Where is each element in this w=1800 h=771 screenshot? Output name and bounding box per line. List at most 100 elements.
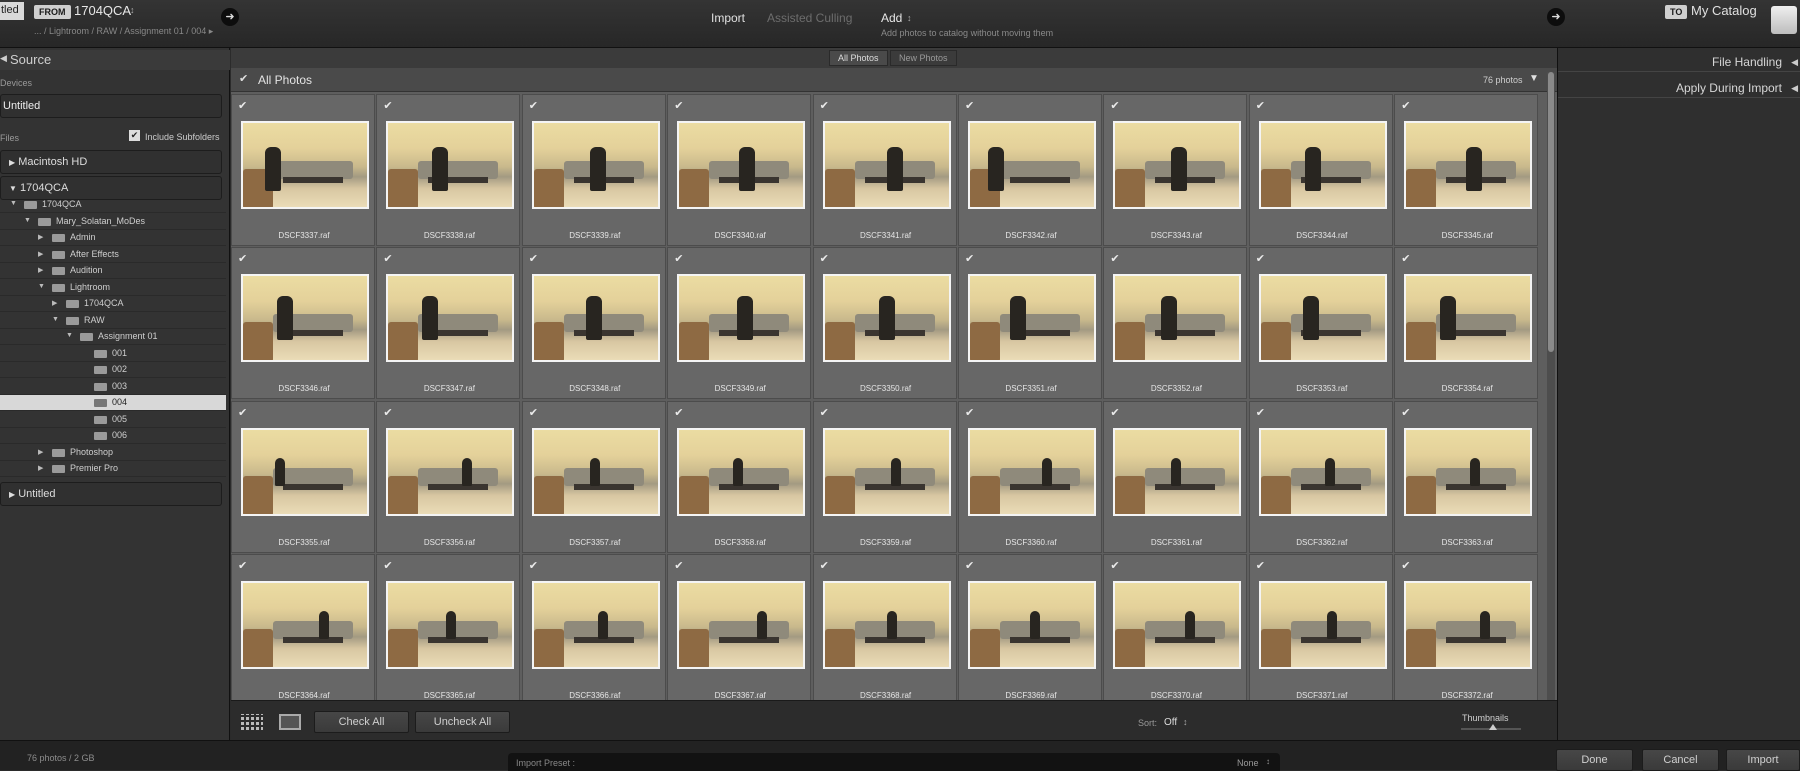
tree-folder-1704qca[interactable]: ▼ 1704QCA [0, 197, 226, 213]
photo-thumbnail[interactable] [1113, 427, 1242, 516]
check-all-button[interactable]: Check All [314, 711, 409, 733]
checkmark-icon[interactable]: ✔ [820, 99, 829, 112]
photo-thumbnail[interactable] [822, 274, 951, 363]
tree-folder-006[interactable]: 006 [0, 428, 226, 444]
photo-cell[interactable]: ✔ DSCF3356.raf [376, 400, 521, 553]
file-handling-header[interactable]: File Handling ◀ [1558, 52, 1800, 72]
disclosure-triangle-icon[interactable]: ▼ [10, 200, 17, 207]
tree-folder-1704qca[interactable]: ▶ 1704QCA [0, 296, 226, 312]
checkmark-icon[interactable]: ✔ [238, 99, 247, 112]
checkmark-icon[interactable]: ✔ [965, 559, 974, 572]
photo-cell[interactable]: ✔ DSCF3348.raf [521, 247, 666, 400]
disclosure-triangle-icon[interactable]: ▶ [38, 448, 43, 456]
photo-thumbnail[interactable] [968, 274, 1096, 363]
checkmark-icon[interactable]: ✔ [674, 99, 683, 112]
checkmark-icon[interactable]: ✔ [238, 559, 247, 572]
photo-thumbnail[interactable] [968, 427, 1096, 516]
photo-thumbnail[interactable] [822, 427, 951, 516]
photo-cell[interactable]: ✔ DSCF3353.raf [1248, 247, 1393, 400]
checkmark-icon[interactable]: ✔ [965, 252, 974, 265]
photo-thumbnail[interactable] [1113, 274, 1242, 363]
loupe-view-icon[interactable] [279, 714, 301, 730]
checkmark-icon[interactable]: ✔ [1401, 99, 1410, 112]
photo-cell[interactable]: ✔ DSCF3340.raf [667, 94, 812, 246]
disclosure-triangle-icon[interactable]: ▼ [66, 332, 73, 339]
checkmark-icon[interactable]: ✔ [1256, 406, 1265, 419]
photo-thumbnail[interactable] [968, 121, 1096, 209]
done-button[interactable]: Done [1556, 749, 1633, 771]
photo-cell[interactable]: ✔ DSCF3369.raf [958, 554, 1102, 700]
disclosure-triangle-icon[interactable]: ▶ [52, 299, 57, 307]
photo-cell[interactable]: ✔ DSCF3360.raf [958, 400, 1102, 553]
disclosure-triangle-icon[interactable]: ▶ [38, 266, 43, 274]
tree-folder-005[interactable]: 005 [0, 412, 226, 428]
disclosure-triangle-icon[interactable]: ▼ [24, 217, 31, 224]
uncheck-all-button[interactable]: Uncheck All [415, 711, 510, 733]
photo-cell[interactable]: ✔ DSCF3355.raf [231, 400, 375, 553]
disclosure-triangle-icon[interactable]: ▼ [52, 316, 59, 323]
chevron-down-icon[interactable]: ↕ [1266, 757, 1270, 766]
checkmark-icon[interactable]: ✔ [238, 252, 247, 265]
import-button[interactable]: Import [1726, 749, 1800, 771]
checkmark-icon[interactable]: ✔ [383, 252, 392, 265]
photo-cell[interactable]: ✔ DSCF3357.raf [521, 400, 666, 553]
tree-folder-003[interactable]: 003 [0, 379, 226, 395]
photo-cell[interactable]: ✔ DSCF3339.raf [521, 94, 666, 246]
checkmark-icon[interactable]: ✔ [1110, 99, 1119, 112]
photo-thumbnail[interactable] [1404, 121, 1533, 209]
grid-scrollbar[interactable] [1547, 72, 1555, 700]
checkmark-icon[interactable]: ✔ [820, 252, 829, 265]
checkmark-icon[interactable]: ✔ [383, 559, 392, 572]
photo-thumbnail[interactable] [386, 274, 515, 363]
photo-thumbnail[interactable] [241, 581, 369, 670]
photo-cell[interactable]: ✔ DSCF3363.raf [1394, 400, 1539, 553]
photo-cell[interactable]: ✔ DSCF3370.raf [1103, 554, 1248, 700]
photo-cell[interactable]: ✔ DSCF3346.raf [231, 247, 375, 400]
tree-folder-audition[interactable]: ▶ Audition [0, 263, 226, 279]
photo-cell[interactable]: ✔ DSCF3358.raf [667, 400, 812, 553]
photo-thumbnail[interactable] [1258, 427, 1387, 516]
photo-cell[interactable]: ✔ DSCF3362.raf [1248, 400, 1393, 553]
checkmark-icon[interactable]: ✔ [383, 99, 392, 112]
photo-thumbnail[interactable] [1258, 274, 1387, 363]
disclosure-triangle-icon[interactable]: ▶ [9, 158, 15, 167]
checkmark-icon[interactable]: ✔ [1110, 252, 1119, 265]
apply-during-import-header[interactable]: Apply During Import ◀ [1558, 76, 1800, 98]
tree-folder-raw[interactable]: ▼ RAW [0, 313, 226, 329]
photo-cell[interactable]: ✔ DSCF3367.raf [667, 554, 812, 700]
arrow-right-icon[interactable]: ➜ [221, 8, 239, 26]
photo-thumbnail[interactable] [677, 581, 806, 670]
disclosure-triangle-icon[interactable]: ▶ [38, 250, 43, 258]
disclosure-triangle-icon[interactable]: ◀ [0, 53, 7, 64]
photo-cell[interactable]: ✔ DSCF3341.raf [812, 94, 957, 246]
photo-cell[interactable]: ✔ DSCF3343.raf [1103, 94, 1248, 246]
checkmark-icon[interactable]: ✔ [129, 130, 140, 141]
photo-cell[interactable]: ✔ DSCF3365.raf [376, 554, 521, 700]
photo-thumbnail[interactable] [386, 581, 515, 670]
photo-thumbnail[interactable] [1404, 274, 1533, 363]
checkmark-icon[interactable]: ✔ [674, 559, 683, 572]
checkmark-icon[interactable]: ✔ [1401, 406, 1410, 419]
checkmark-icon[interactable]: ✔ [1401, 559, 1410, 572]
photo-thumbnail[interactable] [531, 121, 660, 209]
checkmark-icon[interactable]: ✔ [674, 406, 683, 419]
photo-cell[interactable]: ✔ DSCF3347.raf [376, 247, 521, 400]
checkmark-icon[interactable]: ✔ [529, 252, 538, 265]
checkmark-icon[interactable]: ✔ [1110, 406, 1119, 419]
add-menu-icon[interactable]: ↕ [907, 13, 912, 23]
checkmark-icon[interactable]: ✔ [965, 406, 974, 419]
checkmark-icon[interactable]: ✔ [1256, 99, 1265, 112]
mode-import[interactable]: Import [711, 11, 745, 25]
disclosure-triangle-icon[interactable]: ▼ [1529, 73, 1539, 84]
checkmark-icon[interactable]: ✔ [674, 252, 683, 265]
checkmark-icon[interactable]: ✔ [239, 72, 248, 85]
photo-thumbnail[interactable] [1113, 581, 1242, 670]
disclosure-triangle-icon[interactable]: ▶ [9, 490, 15, 499]
checkmark-icon[interactable]: ✔ [820, 406, 829, 419]
checkmark-icon[interactable]: ✔ [965, 99, 974, 112]
checkmark-icon[interactable]: ✔ [529, 406, 538, 419]
photo-cell[interactable]: ✔ DSCF3338.raf [376, 94, 521, 246]
grid-view-icon[interactable] [241, 714, 263, 730]
import-preset-value[interactable]: None [1237, 758, 1259, 768]
photo-cell[interactable]: ✔ DSCF3364.raf [231, 554, 375, 700]
